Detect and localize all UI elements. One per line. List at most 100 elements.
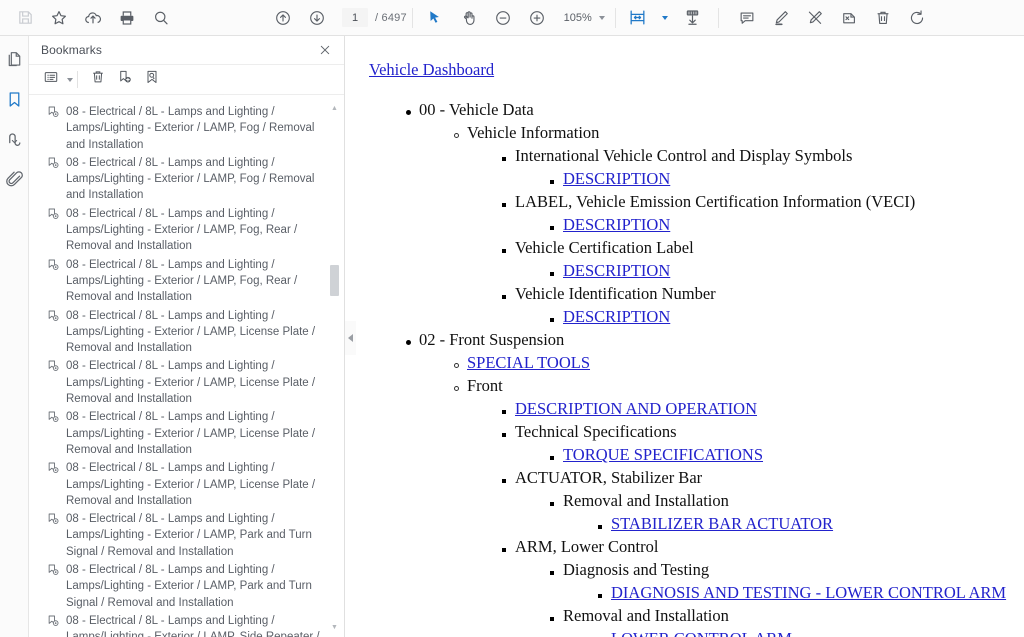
fit-page-icon[interactable] (621, 1, 655, 35)
sidebar-item-bookmarks[interactable] (2, 90, 26, 114)
panel-collapse-handle[interactable] (345, 321, 356, 355)
outline-link[interactable]: DESCRIPTION (563, 213, 670, 236)
zoom-chevron-down-icon[interactable] (599, 16, 605, 20)
list-item[interactable]: 08 - Electrical / 8L - Lamps and Lightin… (29, 308, 345, 357)
rotate-icon[interactable] (900, 1, 934, 35)
outline-link[interactable]: SPECIAL TOOLS (467, 351, 590, 374)
search-button[interactable] (144, 1, 178, 35)
page-total-label: / 6497 (375, 12, 407, 24)
previous-page-button[interactable] (266, 1, 300, 35)
bookmark-label: 08 - Electrical / 8L - Lamps and Lightin… (66, 358, 327, 407)
toolbar-divider-2 (615, 8, 616, 28)
sidebar-item-attachments[interactable] (2, 170, 26, 194)
list-item[interactable]: 08 - Electrical / 8L - Lamps and Lightin… (29, 257, 345, 306)
zoom-in-icon[interactable] (520, 1, 554, 35)
list-item[interactable]: 08 - Electrical / 8L - Lamps and Lightin… (29, 562, 345, 611)
outline-label: International Vehicle Control and Displa… (515, 144, 852, 167)
download-page-icon[interactable] (676, 1, 710, 35)
bookmark-options-chevron-down-icon[interactable] (67, 78, 73, 82)
list-item[interactable]: 08 - Electrical / 8L - Lamps and Lightin… (29, 613, 345, 637)
list-item[interactable]: 08 - Electrical / 8L - Lamps and Lightin… (29, 511, 345, 560)
square-bullet-icon (550, 272, 554, 276)
hand-icon[interactable] (452, 1, 486, 35)
bookmarks-panel-header: Bookmarks (29, 36, 344, 65)
outline-label: 02 - Front Suspension (419, 328, 564, 351)
bookmark-label: 08 - Electrical / 8L - Lamps and Lightin… (66, 206, 327, 255)
bookmark-label: 08 - Electrical / 8L - Lamps and Lightin… (66, 460, 327, 509)
outline-row: DESCRIPTION (364, 167, 1024, 190)
delete-bookmark-button[interactable] (85, 68, 110, 92)
trash-icon[interactable] (866, 1, 900, 35)
bookmark-node-icon (46, 105, 61, 120)
square-bullet-icon (550, 456, 554, 460)
current-bookmark-button[interactable] (139, 68, 164, 92)
bookmark-node-icon (46, 461, 61, 476)
zoom-out-icon[interactable] (486, 1, 520, 35)
sidebar-item-pages[interactable] (2, 50, 26, 74)
scrollbar-thumb[interactable] (330, 265, 339, 296)
pages-icon (5, 50, 24, 74)
outline-link[interactable]: DESCRIPTION AND OPERATION (515, 397, 757, 420)
outline-row: ACTUATOR, Stabilizer Bar (364, 466, 1024, 489)
outline-row: Vehicle Information (364, 121, 1024, 144)
outline-link[interactable]: DESCRIPTION (563, 305, 670, 328)
comment-icon[interactable] (730, 1, 764, 35)
sidebar-item-signature[interactable] (2, 130, 26, 154)
select-cursor-icon[interactable] (418, 1, 452, 35)
outline-bullet (550, 571, 563, 575)
scroll-up-arrow-icon[interactable]: ▲ (330, 104, 339, 113)
list-item[interactable]: 08 - Electrical / 8L - Lamps and Lightin… (29, 155, 345, 204)
pen-highlight-icon[interactable] (764, 1, 798, 35)
outline-row: LOWER CONTROL ARM (364, 627, 1024, 637)
outline-row: 00 - Vehicle Data (364, 98, 1024, 121)
circle-bullet-icon (454, 133, 459, 138)
upload-button[interactable] (76, 1, 110, 35)
close-icon[interactable] (316, 41, 334, 59)
list-options-icon (43, 69, 59, 90)
bookmarks-scrollbar[interactable]: ▲ ▼ (330, 104, 339, 632)
outline-row: 02 - Front Suspension (364, 328, 1024, 351)
outline-row: Vehicle Certification Label (364, 236, 1024, 259)
toolbar-divider-1 (412, 8, 413, 28)
outline-link[interactable]: DIAGNOSIS AND TESTING - LOWER CONTROL AR… (611, 581, 1006, 604)
outline-link[interactable]: TORQUE SPECIFICATIONS (563, 443, 763, 466)
fit-chevron-down-icon[interactable] (662, 16, 668, 20)
outline-bullet (502, 479, 515, 483)
pencil-strike-icon[interactable] (798, 1, 832, 35)
bookmark-node-icon (46, 359, 61, 374)
save-button[interactable] (8, 1, 42, 35)
list-item[interactable]: 08 - Electrical / 8L - Lamps and Lightin… (29, 358, 345, 407)
square-bullet-icon (550, 180, 554, 184)
list-item[interactable]: 08 - Electrical / 8L - Lamps and Lightin… (29, 104, 345, 153)
scroll-down-arrow-icon[interactable]: ▼ (330, 623, 339, 632)
square-bullet-icon (502, 295, 506, 299)
outline-row: STABILIZER BAR ACTUATOR (364, 512, 1024, 535)
list-item[interactable]: 08 - Electrical / 8L - Lamps and Lightin… (29, 409, 345, 458)
bookmark-label: 08 - Electrical / 8L - Lamps and Lightin… (66, 155, 327, 204)
page-number-input[interactable] (342, 8, 368, 27)
bookmark-label: 08 - Electrical / 8L - Lamps and Lightin… (66, 511, 327, 560)
stamp-icon[interactable] (832, 1, 866, 35)
add-bookmark-button[interactable] (112, 68, 137, 92)
outline-link[interactable]: DESCRIPTION (563, 259, 670, 282)
square-bullet-icon (502, 410, 506, 414)
next-page-button[interactable] (300, 1, 334, 35)
square-bullet-icon (502, 479, 506, 483)
bookmarks-list[interactable]: 08 - Electrical / 8L - Lamps and Lightin… (29, 96, 345, 637)
print-button[interactable] (110, 1, 144, 35)
outline-row: Technical Specifications (364, 420, 1024, 443)
favorite-button[interactable] (42, 1, 76, 35)
document-title-link[interactable]: Vehicle Dashboard (369, 60, 494, 80)
outline-bullet (454, 363, 467, 368)
outline-link[interactable]: STABILIZER BAR ACTUATOR (611, 512, 833, 535)
square-bullet-icon (502, 249, 506, 253)
zoom-level-label[interactable]: 105% (562, 12, 592, 24)
list-item[interactable]: 08 - Electrical / 8L - Lamps and Lightin… (29, 460, 345, 509)
list-item[interactable]: 08 - Electrical / 8L - Lamps and Lightin… (29, 206, 345, 255)
outline-bullet (550, 456, 563, 460)
bookmark-options-button[interactable] (38, 68, 63, 92)
outline-link[interactable]: DESCRIPTION (563, 167, 670, 190)
document-view[interactable]: Vehicle Dashboard 00 - Vehicle DataVehic… (356, 36, 1024, 637)
outline-link[interactable]: LOWER CONTROL ARM (611, 627, 792, 637)
outline-bullet (502, 249, 515, 253)
